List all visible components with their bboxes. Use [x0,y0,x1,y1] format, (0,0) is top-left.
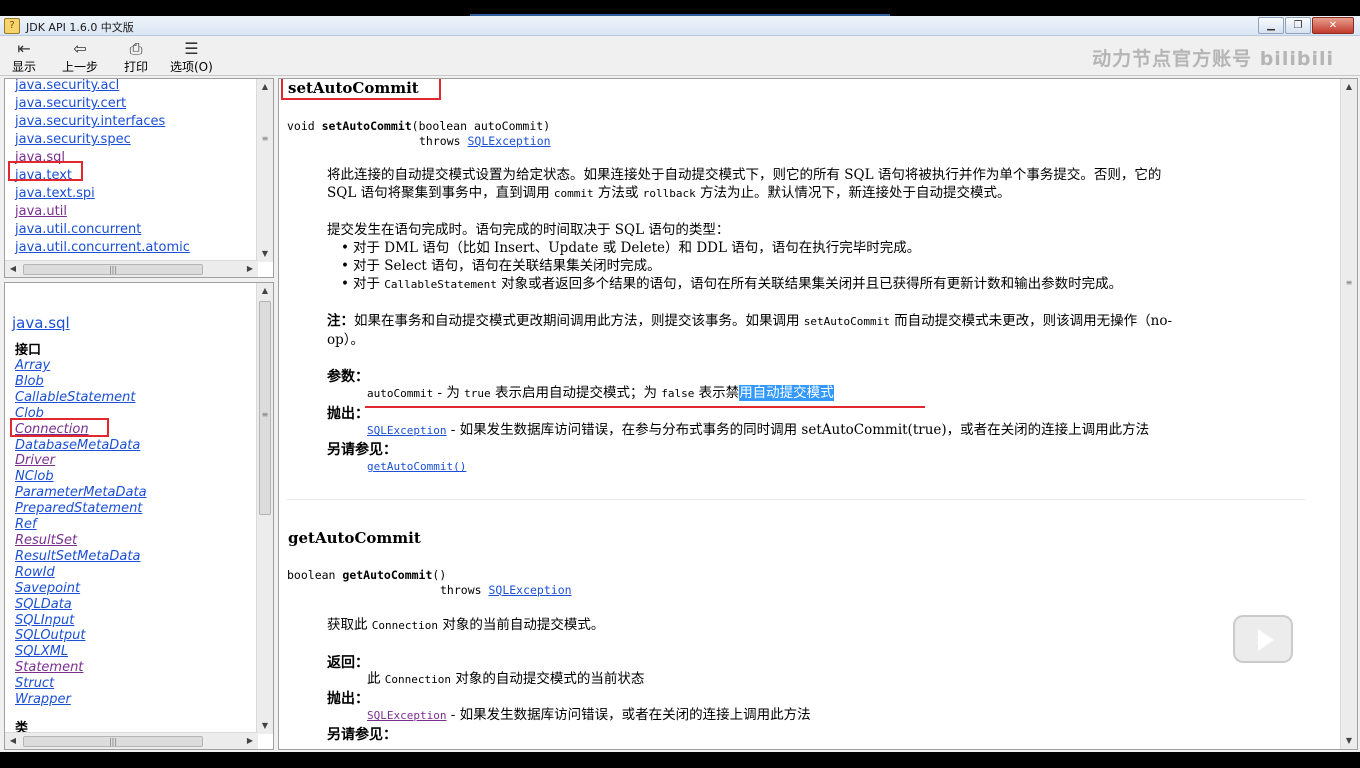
method-throws: throws SQLException [440,583,572,597]
method-signature: void setAutoCommit(boolean autoCommit) [287,119,551,133]
print-label: 打印 [124,60,149,74]
video-play-icon[interactable] [1233,615,1293,663]
interface-link[interactable]: ResultSetMetaData [15,549,147,565]
minimize-button[interactable]: ▁ [1258,17,1284,34]
interfaces-heading: 接口 [15,343,42,358]
statement-type-list: 对于 DML 语句（比如 Insert、Update 或 Delete）和 DD… [339,239,1122,294]
package-pane-hscroll[interactable]: ◀ ||| ▶ [5,260,258,277]
help-book-icon: ? [4,18,20,34]
top-black-bar [0,0,1360,16]
interface-link[interactable]: PreparedStatement [15,501,147,517]
interface-list: Array Blob CallableStatement Clob Connec… [15,358,147,708]
see-also-label: 另请参见： [327,727,397,743]
sqlexception-link[interactable]: SQLException [488,583,571,597]
throws-label: 抛出： [327,406,369,422]
interface-link[interactable]: Array [15,358,147,374]
interface-link[interactable]: RowId [15,565,147,581]
bullet-select: 对于 Select 语句，语句在关联结果集关闭时完成。 [339,257,1122,275]
sqlexception-link[interactable]: SQLException [467,134,550,148]
class-pane-hscroll[interactable]: ◀ ||| ▶ [5,732,258,749]
package-link[interactable]: java.security.interfaces [15,113,190,131]
package-link[interactable]: java.security.acl [15,79,190,95]
title-bar: ? JDK API 1.6.0 中文版 ▁ ❐ ✕ [0,16,1360,36]
interface-link[interactable]: Savepoint [15,581,147,597]
method-signature: boolean getAutoCommit() [287,568,447,582]
see-also-label: 另请参见： [327,442,397,458]
interface-link[interactable]: ResultSet [15,533,147,549]
show-label: 显示 [12,60,37,74]
package-link[interactable]: java.security.spec [15,131,190,149]
show-pane-icon: ⇤ [17,39,31,58]
options-label: 选项(O) [170,60,213,74]
content-vscroll[interactable]: ▲ ≡ ▼ [1340,79,1357,749]
package-link[interactable]: java.text.spi [15,185,190,203]
method-throws: throws SQLException [419,134,551,148]
note-text: 注：如果在事务和自动提交模式更改期间调用此方法，则提交该事务。如果调用 setA… [327,313,1173,348]
package-link[interactable]: java.util [15,203,190,221]
bullet-dml: 对于 DML 语句（比如 Insert、Update 或 Delete）和 DD… [339,239,1122,257]
back-arrow-icon: ⇦ [73,39,87,58]
back-button[interactable]: ⇦ 上一步 [62,40,98,75]
params-label: 参数： [327,369,369,385]
options-button[interactable]: ☰ 选项(O) [170,40,213,75]
close-button[interactable]: ✕ [1312,17,1354,34]
interface-link[interactable]: DatabaseMetaData [15,438,147,454]
options-icon: ☰ [184,39,199,58]
highlight-box-method-heading [281,79,441,100]
interface-link[interactable]: SQLData [15,597,147,613]
window-title: JDK API 1.6.0 中文版 [26,21,134,34]
selected-text[interactable]: 用自动提交模式 [739,385,834,401]
interface-link[interactable]: Blob [15,374,147,390]
interface-link[interactable]: SQLInput [15,613,147,629]
method-heading-getautocommit: getAutoCommit [288,529,421,547]
interface-link[interactable]: ParameterMetaData [15,485,147,501]
interface-link[interactable]: Wrapper [15,692,147,708]
sqlexception-link[interactable]: SQLException [367,709,446,722]
getautocommit-link[interactable]: getAutoCommit() [367,460,466,473]
highlight-box-connection [10,418,109,437]
package-title-link[interactable]: java.sql [12,314,70,332]
bottom-black-bar [0,752,1360,768]
throws-description: SQLException - 如果发生数据库访问错误，在参与分布式事务的同时调用… [367,422,1150,438]
window-controls: ▁ ❐ ✕ [1258,17,1354,34]
show-button[interactable]: ⇤ 显示 [12,40,36,75]
doc-content-pane: setAutoCommit void setAutoCommit(boolean… [278,78,1358,750]
printer-icon: ⎙ [129,39,143,58]
package-link[interactable]: java.util.concurrent [15,221,190,239]
class-list-pane: java.sql 接口 Array Blob CallableStatement… [4,282,274,750]
interface-link[interactable]: Struct [15,676,147,692]
param-description: autoCommit - 为 true 表示启用自动提交模式；为 false 表… [367,385,834,401]
throws-description: SQLException - 如果发生数据库访问错误，或者在关闭的连接上调用此方… [367,707,811,723]
interface-link[interactable]: NClob [15,469,147,485]
returns-description: 此 Connection 对象的自动提交模式的当前状态 [367,671,645,687]
package-link[interactable]: java.util.concurrent.atomic [15,239,190,257]
interface-link[interactable]: CallableStatement [15,390,147,406]
interface-link[interactable]: SQLXML [15,644,147,660]
toolbar: ⇤ 显示 ⇦ 上一步 ⎙ 打印 ☰ 选项(O) 动力节点官方账号 bilibil… [0,36,1360,76]
interface-link[interactable]: Driver [15,453,147,469]
commit-timing-text: 提交发生在语句完成时。语句完成的时间取决于 SQL 语句的类型： [327,222,730,238]
interface-link[interactable]: Ref [15,517,147,533]
sqlexception-link[interactable]: SQLException [367,424,446,437]
back-label: 上一步 [62,60,99,74]
red-underline-annotation [365,406,925,408]
throws-label: 抛出： [327,691,369,707]
class-pane-vscroll[interactable]: ▲ ≡ ▼ [256,283,273,734]
method-description: 将此连接的自动提交模式设置为给定状态。如果连接处于自动提交模式下，则它的所有 S… [327,167,1162,201]
method-description: 获取此 Connection 对象的当前自动提交模式。 [327,617,605,633]
restore-button[interactable]: ❐ [1285,17,1311,34]
bullet-callable: 对于 CallableStatement 对象或者返回多个结果的语句，语句在所有… [339,275,1122,294]
package-pane-vscroll[interactable]: ▲ ≡ ▼ [256,79,273,262]
print-button[interactable]: ⎙ 打印 [124,40,148,75]
highlight-box-java-sql [8,161,83,181]
package-link[interactable]: java.security.cert [15,95,190,113]
package-list-pane: java.security.acl java.security.cert jav… [4,78,274,278]
bilibili-watermark: 动力节点官方账号 bilibili [1092,48,1334,70]
returns-label: 返回： [327,655,369,671]
section-divider [287,499,1305,500]
help-window: ? JDK API 1.6.0 中文版 ▁ ❐ ✕ ⇤ 显示 ⇦ 上一步 ⎙ 打… [0,16,1360,752]
interface-link[interactable]: Statement [15,660,147,676]
interface-link[interactable]: SQLOutput [15,628,147,644]
see-also-list: getAutoCommit() [367,457,466,476]
